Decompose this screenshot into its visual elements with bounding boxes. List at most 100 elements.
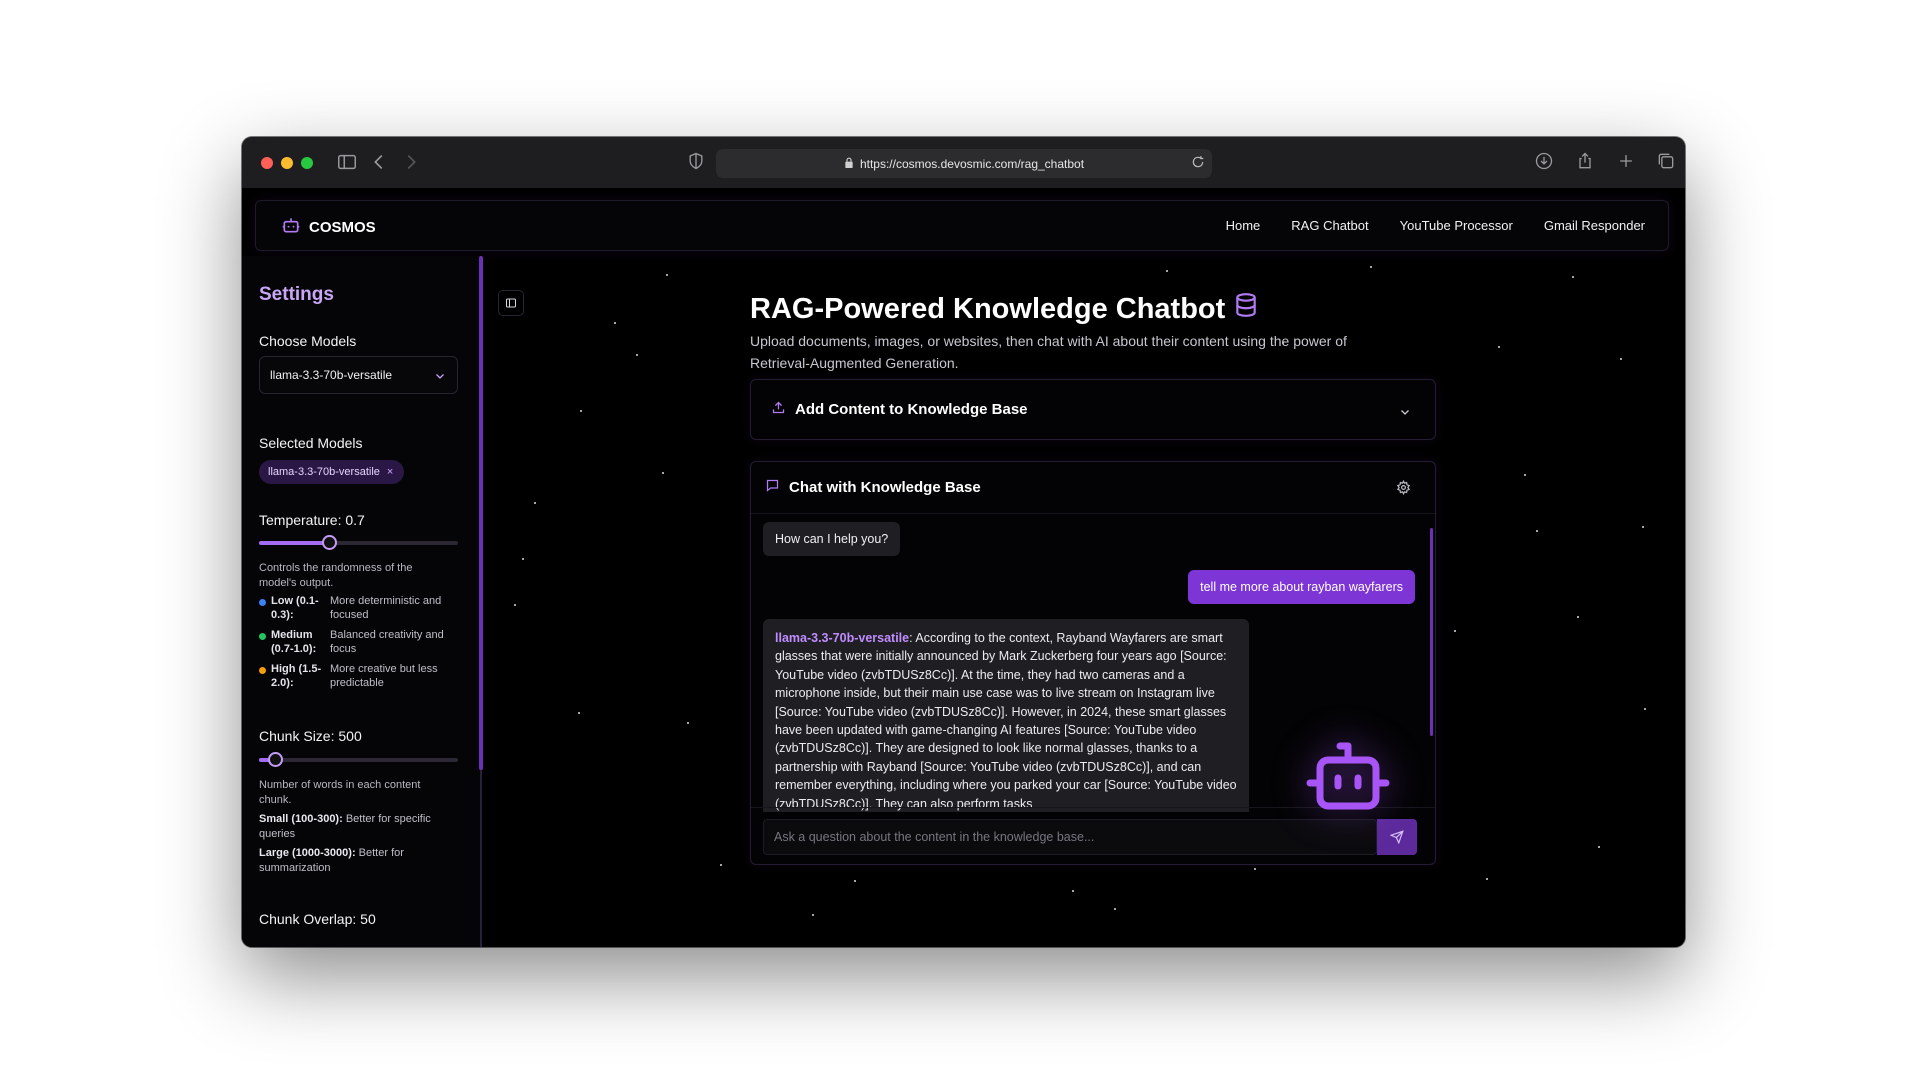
chunk-size-help: Number of words in each content chunk.	[259, 779, 421, 806]
choose-models-label: Choose Models	[259, 333, 357, 349]
legend-key: Medium (0.7-1.0):	[271, 629, 317, 655]
chat-title: Chat with Knowledge Base	[789, 479, 981, 496]
reload-icon[interactable]	[1191, 155, 1205, 172]
star	[1536, 530, 1538, 532]
chunk-size-large-hint: Large (1000-3000): Better for summarizat…	[259, 846, 459, 876]
star	[522, 558, 524, 560]
page: COSMOS Home RAG Chatbot YouTube Processo…	[242, 190, 1685, 947]
downloads-icon[interactable]	[1534, 151, 1558, 175]
star	[662, 472, 664, 474]
star	[1454, 630, 1456, 632]
answer-text: : According to the context, Rayband Wayf…	[775, 631, 1237, 811]
divider	[751, 513, 1435, 514]
add-content-header: Add Content to Knowledge Base	[771, 400, 1028, 419]
selected-models-label: Selected Models	[259, 435, 363, 451]
assistant-answer-message: llama-3.3-70b-versatile: According to th…	[763, 619, 1249, 812]
settings-title: Settings	[259, 284, 334, 305]
star	[812, 914, 814, 916]
chevron-down-icon	[434, 370, 446, 385]
star	[578, 712, 580, 714]
temperature-slider-fill	[259, 541, 329, 545]
chat-scrollbar[interactable]	[1430, 528, 1433, 736]
nav-link-home[interactable]: Home	[1226, 218, 1261, 233]
share-icon[interactable]	[1575, 151, 1599, 175]
chat-bubble-icon	[765, 478, 780, 497]
nav-link-rag-chatbot[interactable]: RAG Chatbot	[1291, 218, 1368, 233]
forward-icon[interactable]	[400, 151, 424, 175]
page-title-text: RAG-Powered Knowledge Chatbot	[750, 292, 1226, 325]
temperature-legend-medium: Medium (0.7-1.0): Balanced creativity an…	[259, 628, 459, 658]
star	[1498, 346, 1500, 348]
star	[514, 604, 516, 606]
temperature-legend-high: High (1.5-2.0): More creative but less p…	[259, 662, 459, 692]
zoom-window-button[interactable]	[301, 157, 313, 169]
star	[1254, 868, 1256, 870]
star	[1577, 616, 1579, 618]
star	[854, 880, 856, 882]
small-key: Small (100-300):	[259, 813, 343, 825]
chunk-size-slider-thumb[interactable]	[268, 752, 284, 767]
chunk-size-slider[interactable]	[259, 752, 458, 767]
chatbot-launcher-robot-icon[interactable]	[1300, 728, 1396, 824]
browser-window: https://cosmos.devosmic.com/rag_chatbot	[242, 137, 1685, 947]
close-window-button[interactable]	[261, 157, 273, 169]
legend-desc: Balanced creativity and focus	[330, 629, 444, 655]
nav-links: Home RAG Chatbot YouTube Processor Gmail…	[1226, 218, 1645, 233]
new-tab-icon[interactable]	[1616, 151, 1640, 175]
star	[614, 322, 616, 324]
browser-toolbar: https://cosmos.devosmic.com/rag_chatbot	[242, 137, 1685, 189]
robot-icon	[281, 215, 301, 239]
settings-sidebar: Settings Choose Models llama-3.3-70b-ver…	[242, 256, 483, 947]
tab-overview-icon[interactable]	[1656, 151, 1680, 175]
temperature-label: Temperature: 0.7	[259, 512, 365, 528]
chevron-down-icon[interactable]	[1399, 405, 1411, 423]
page-subtitle: Upload documents, images, or websites, t…	[750, 333, 1347, 371]
star	[1166, 270, 1168, 272]
brand-name: COSMOS	[309, 218, 376, 236]
large-key: Large (1000-3000):	[259, 847, 356, 859]
sidebar-collapse-button[interactable]	[498, 290, 524, 316]
legend-dot	[259, 667, 266, 674]
legend-dot	[259, 599, 266, 606]
back-icon[interactable]	[368, 151, 392, 175]
send-button[interactable]	[1377, 819, 1417, 855]
database-icon	[1233, 292, 1259, 326]
privacy-shield-icon[interactable]	[686, 151, 710, 175]
legend-key: Low (0.1-0.3):	[271, 595, 319, 621]
sidebar-scrollbar[interactable]	[479, 256, 483, 770]
star	[1642, 526, 1644, 528]
model-select-value: llama-3.3-70b-versatile	[270, 368, 393, 382]
legend-key: High (1.5-2.0):	[271, 663, 322, 689]
star	[534, 502, 536, 504]
model-select[interactable]: llama-3.3-70b-versatile	[259, 356, 458, 394]
star	[666, 274, 668, 276]
chip-label: llama-3.3-70b-versatile	[268, 466, 380, 478]
answer-model-name: llama-3.3-70b-versatile	[775, 631, 910, 645]
selected-model-chip: llama-3.3-70b-versatile ×	[259, 460, 405, 484]
nav-link-gmail-responder[interactable]: Gmail Responder	[1544, 218, 1645, 233]
nav-link-youtube-processor[interactable]: YouTube Processor	[1400, 218, 1513, 233]
legend-desc: More deterministic and focused	[330, 595, 442, 621]
add-content-accordion[interactable]: Add Content to Knowledge Base	[750, 379, 1436, 440]
page-title: RAG-Powered Knowledge Chatbot	[750, 292, 1259, 326]
minimize-window-button[interactable]	[281, 157, 293, 169]
add-content-title: Add Content to Knowledge Base	[795, 401, 1028, 418]
sidebar-toggle-icon[interactable]	[336, 151, 360, 175]
star	[720, 864, 722, 866]
star	[1114, 908, 1116, 910]
gear-icon[interactable]	[1396, 479, 1411, 500]
temperature-slider[interactable]	[259, 535, 458, 550]
address-bar[interactable]: https://cosmos.devosmic.com/rag_chatbot	[716, 149, 1212, 178]
brand-logo[interactable]: COSMOS	[281, 215, 376, 239]
temperature-slider-thumb[interactable]	[321, 535, 337, 550]
star	[1370, 266, 1372, 268]
chunk-size-small-hint: Small (100-300): Better for specific que…	[259, 812, 459, 842]
star	[580, 410, 582, 412]
star	[1486, 878, 1488, 880]
chat-question-input[interactable]: Ask a question about the content in the …	[763, 819, 1377, 855]
star	[687, 722, 689, 724]
star	[1572, 276, 1574, 278]
star	[1598, 846, 1600, 848]
chunk-overlap-label: Chunk Overlap: 50	[259, 911, 376, 927]
remove-chip-button[interactable]: ×	[387, 466, 393, 478]
